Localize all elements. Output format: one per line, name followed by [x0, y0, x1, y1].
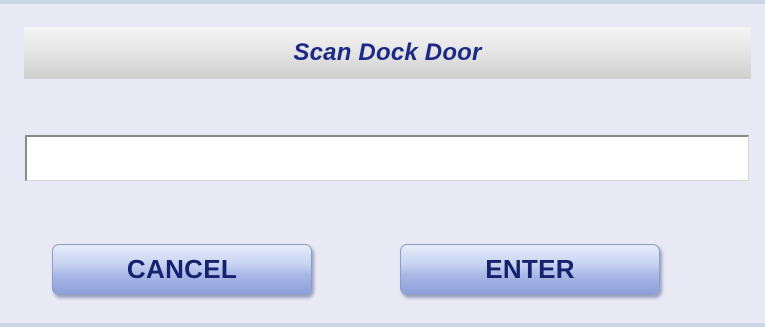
cancel-button[interactable]: CANCEL	[52, 244, 312, 295]
enter-button-label: ENTER	[485, 254, 575, 284]
scan-dock-door-dialog: Scan Dock Door CANCEL ENTER	[0, 0, 765, 327]
enter-button[interactable]: ENTER	[400, 244, 660, 295]
dock-door-input[interactable]	[25, 135, 749, 181]
dialog-title: Scan Dock Door	[293, 39, 482, 66]
cancel-button-label: CANCEL	[126, 254, 238, 284]
title-bar: Scan Dock Door	[24, 27, 751, 79]
